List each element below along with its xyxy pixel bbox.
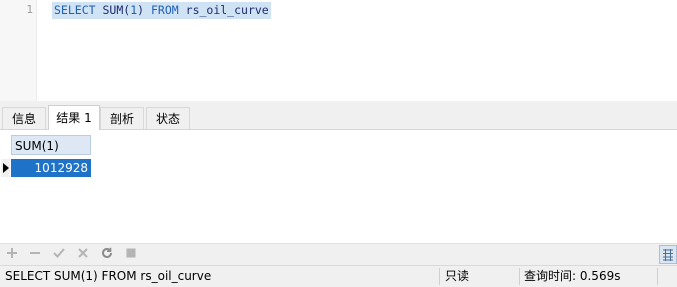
apply-icon[interactable] xyxy=(51,246,67,264)
tab-status[interactable]: 状态 xyxy=(146,107,190,129)
status-readonly: 只读 xyxy=(445,269,470,283)
grid-view-icon[interactable] xyxy=(659,245,677,264)
line-gutter: 1 xyxy=(0,0,37,102)
status-query-text: SELECT SUM(1) FROM rs_oil_curve xyxy=(5,269,212,283)
sql-table-name: rs_oil_curve xyxy=(185,3,269,17)
sql-editor[interactable]: 1 SELECT SUM(1) FROM rs_oil_curve xyxy=(0,0,677,102)
table-cell[interactable]: 1012928 xyxy=(11,159,91,177)
status-divider xyxy=(519,268,520,285)
result-tabs: 信息 结果 1 剖析 状态 xyxy=(0,105,677,130)
sql-function: SUM( xyxy=(102,3,131,17)
refresh-icon[interactable] xyxy=(99,246,115,264)
status-bar: SELECT SUM(1) FROM rs_oil_curve 只读 查询时间:… xyxy=(0,265,677,287)
column-header[interactable]: SUM(1) xyxy=(11,135,91,155)
row-indicator-arrow-icon xyxy=(1,159,10,177)
tab-info[interactable]: 信息 xyxy=(2,107,46,129)
status-divider xyxy=(657,268,658,285)
sql-paren: ) xyxy=(137,3,145,17)
discard-icon[interactable] xyxy=(75,246,91,264)
sql-keyword-from: FROM xyxy=(151,3,179,17)
result-grid[interactable]: SUM(1) 1012928 xyxy=(0,130,677,243)
stop-icon[interactable] xyxy=(123,246,139,264)
sql-code-line[interactable]: SELECT SUM(1) FROM rs_oil_curve xyxy=(52,2,271,19)
delete-icon[interactable] xyxy=(27,246,43,264)
tab-profile[interactable]: 剖析 xyxy=(100,107,144,129)
add-icon[interactable] xyxy=(4,246,20,264)
sql-keyword-select: SELECT xyxy=(54,3,96,17)
status-query-time: 查询时间: 0.569s xyxy=(524,269,621,283)
tab-result-1[interactable]: 结果 1 xyxy=(48,105,100,130)
grid-toolbar xyxy=(0,243,677,266)
status-divider xyxy=(439,268,440,285)
line-number: 1 xyxy=(26,3,33,16)
